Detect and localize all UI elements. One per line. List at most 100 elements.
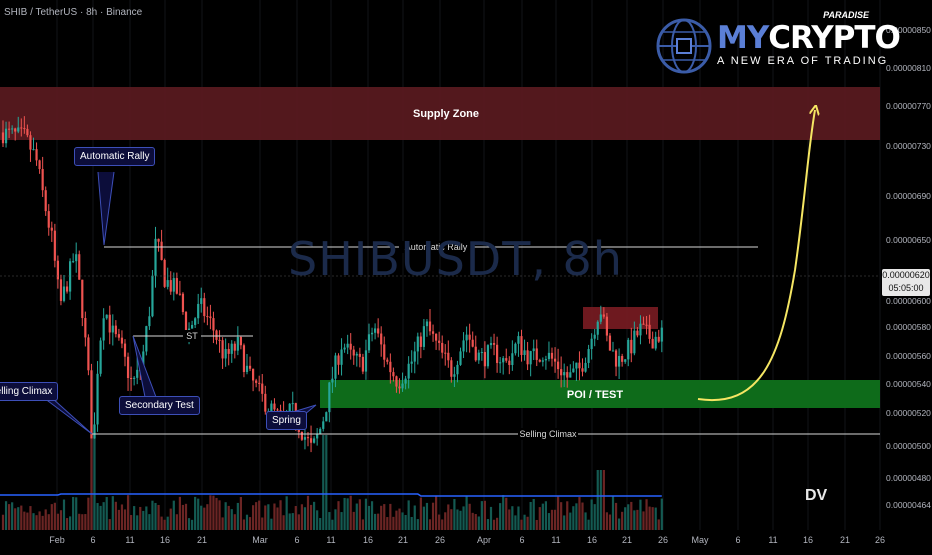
candle-body xyxy=(47,211,50,228)
candle-body xyxy=(331,378,334,383)
st-level-label: ST xyxy=(186,331,198,341)
time-tick-label: 11 xyxy=(768,535,777,545)
candle-body xyxy=(526,350,529,365)
projection-arrow[interactable] xyxy=(697,110,815,402)
candle-body xyxy=(547,352,551,360)
volume-bar xyxy=(166,516,169,530)
volume-bar xyxy=(41,515,44,530)
time-tick-label: 21 xyxy=(398,535,408,545)
volume-bar xyxy=(544,501,547,530)
volume-bar xyxy=(605,512,608,530)
candle-body xyxy=(252,368,255,381)
time-tick-label: 6 xyxy=(90,535,95,545)
time-tick-label: 16 xyxy=(363,535,373,545)
price-axis[interactable]: 0.000008500.000008100.000007700.00000730… xyxy=(886,25,931,510)
volume-bar xyxy=(279,500,282,530)
candle-body xyxy=(236,337,239,351)
volume-bar xyxy=(29,506,32,530)
candle-body xyxy=(370,332,374,335)
candle-body xyxy=(630,339,633,354)
candle-body xyxy=(508,360,511,365)
volume-bar xyxy=(508,509,511,530)
volume-bar xyxy=(462,506,465,530)
volume-bar xyxy=(47,514,50,530)
spring-callout[interactable]: Spring xyxy=(266,411,307,430)
candle-body xyxy=(96,373,99,425)
candle-body xyxy=(212,318,215,331)
current-price-tag[interactable]: 0.00000620 05:05:00 xyxy=(882,269,930,296)
candle-body xyxy=(474,346,477,361)
candle-body xyxy=(245,365,249,372)
volume-bar xyxy=(81,514,84,530)
automatic-rally-callout[interactable]: Automatic Rally xyxy=(74,147,156,166)
volume-bar xyxy=(291,513,294,530)
candle-body xyxy=(407,363,410,379)
candle-body xyxy=(621,356,624,362)
candle-body xyxy=(492,343,496,345)
secondary-test-pointer xyxy=(132,335,157,398)
volume-bar xyxy=(422,506,425,530)
volume-bar xyxy=(303,507,307,530)
candle-body xyxy=(361,356,364,372)
selling-climax-callout[interactable]: Selling Climax xyxy=(0,382,59,401)
volume-bar xyxy=(197,498,200,530)
volume-bar xyxy=(50,504,53,530)
logo-paradise-text: PARADISE xyxy=(823,10,869,20)
candle-body xyxy=(29,135,32,150)
time-tick-label: 11 xyxy=(326,535,335,545)
candle-body xyxy=(306,437,310,439)
volume-bar xyxy=(563,515,566,530)
candle-body xyxy=(584,362,587,372)
candle-body xyxy=(660,327,663,342)
volume-bar xyxy=(648,506,651,530)
candle-body xyxy=(325,412,328,422)
volume-bar xyxy=(401,512,404,530)
candle-body xyxy=(175,278,178,294)
volume-bar xyxy=(38,511,41,530)
time-tick-label: Apr xyxy=(477,535,491,545)
volume-bar xyxy=(642,511,645,530)
selling-climax-level-label: Selling Climax xyxy=(519,429,577,439)
volume-bar xyxy=(117,509,120,530)
volume-bar xyxy=(636,509,639,530)
candle-body xyxy=(441,342,444,353)
candle-body xyxy=(505,358,508,361)
candle-body xyxy=(627,339,630,360)
volume-bar xyxy=(96,503,99,530)
volume-bar xyxy=(358,499,361,530)
volume-bar xyxy=(428,519,432,530)
candle-body xyxy=(550,352,554,359)
logo-wordmark: MYCRYPTO xyxy=(717,20,901,56)
candle-body xyxy=(322,421,325,429)
symbol-watermark: SHIBUSDT, 8h xyxy=(288,232,623,286)
candle-body xyxy=(642,323,645,325)
volume-bar xyxy=(538,507,541,530)
volume-bar xyxy=(639,499,642,530)
volume-bar xyxy=(145,506,148,530)
volume-bar xyxy=(99,505,102,530)
candle-body xyxy=(102,318,105,341)
candle-body xyxy=(59,279,63,301)
symbol-title[interactable]: SHIB / TetherUS · 8h · Binance xyxy=(4,7,142,18)
candle-body xyxy=(221,340,224,359)
volume-bar xyxy=(431,502,435,530)
candle-body xyxy=(614,350,618,367)
time-tick-label: 6 xyxy=(735,535,740,545)
candle-body xyxy=(438,340,441,343)
candle-body xyxy=(75,254,78,262)
volume-bar xyxy=(618,518,621,530)
candle-body xyxy=(337,355,340,365)
volume-bar xyxy=(87,497,90,530)
volume-bar xyxy=(514,515,517,530)
secondary-test-callout[interactable]: Secondary Test xyxy=(119,396,200,415)
candle-body xyxy=(383,344,386,360)
candle-body xyxy=(35,149,38,161)
volume-bar xyxy=(517,506,520,530)
candle-body xyxy=(126,356,130,379)
time-axis[interactable]: Feb 6 11 16 21 Mar 6 11 16 21 26 Apr 6 11 16 21 26 May 6 11… xyxy=(49,535,885,545)
volume-bar xyxy=(435,495,438,530)
volume-bar xyxy=(126,495,130,530)
volume-bar xyxy=(337,501,340,530)
candle-body xyxy=(239,337,242,346)
candle-body xyxy=(87,337,90,371)
